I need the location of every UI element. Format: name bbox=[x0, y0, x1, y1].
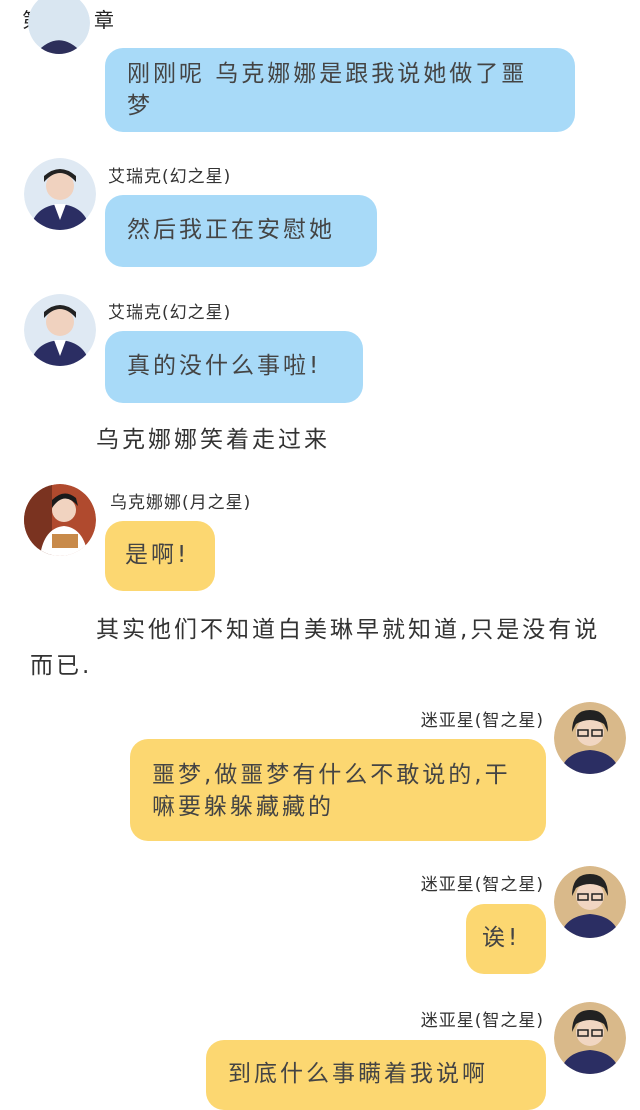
message-text: 到底什么事瞒着我说啊 bbox=[228, 1061, 488, 1087]
message-text: 是啊! bbox=[125, 542, 190, 568]
message-text: 诶! bbox=[482, 925, 521, 951]
speaker-name: 迷亚星(智之星) bbox=[420, 875, 544, 895]
message-bubble: 然后我正在安慰她 bbox=[105, 195, 377, 267]
speaker-name: 乌克娜娜(月之星) bbox=[110, 493, 252, 513]
avatar[interactable] bbox=[554, 1002, 626, 1074]
message-bubble: 真的没什么事啦! bbox=[105, 331, 363, 403]
message-text: 然后我正在安慰她 bbox=[127, 217, 335, 243]
narration-text: 乌克娜娜笑着走过来 bbox=[96, 427, 330, 453]
speaker-name: 艾瑞克(幻之星) bbox=[108, 167, 232, 187]
speaker-name: 艾瑞克(幻之星) bbox=[108, 303, 232, 323]
avatar[interactable] bbox=[554, 866, 626, 938]
message-bubble: 到底什么事瞒着我说啊 bbox=[206, 1040, 546, 1110]
narration-text: 其实他们不知道白美琳早就知道,只是没有说而已. bbox=[30, 617, 601, 679]
avatar[interactable] bbox=[28, 0, 90, 54]
speaker-name: 迷亚星(智之星) bbox=[420, 1011, 544, 1031]
message-bubble: 刚刚呢 乌克娜娜是跟我说她做了噩梦 bbox=[105, 48, 575, 132]
message-bubble: 诶! bbox=[466, 904, 546, 974]
message-text: 噩梦,做噩梦有什么不敢说的,干嘛要躲躲藏藏的 bbox=[152, 762, 511, 820]
avatar[interactable] bbox=[24, 158, 96, 230]
avatar[interactable] bbox=[24, 294, 96, 366]
message-text: 真的没什么事啦! bbox=[127, 353, 322, 379]
message-bubble: 是啊! bbox=[105, 521, 215, 591]
avatar[interactable] bbox=[24, 484, 96, 556]
speaker-name: 迷亚星(智之星) bbox=[420, 711, 544, 731]
avatar[interactable] bbox=[554, 702, 626, 774]
message-text: 刚刚呢 乌克娜娜是跟我说她做了噩梦 bbox=[127, 61, 528, 119]
message-bubble: 噩梦,做噩梦有什么不敢说的,干嘛要躲躲藏藏的 bbox=[130, 739, 546, 841]
